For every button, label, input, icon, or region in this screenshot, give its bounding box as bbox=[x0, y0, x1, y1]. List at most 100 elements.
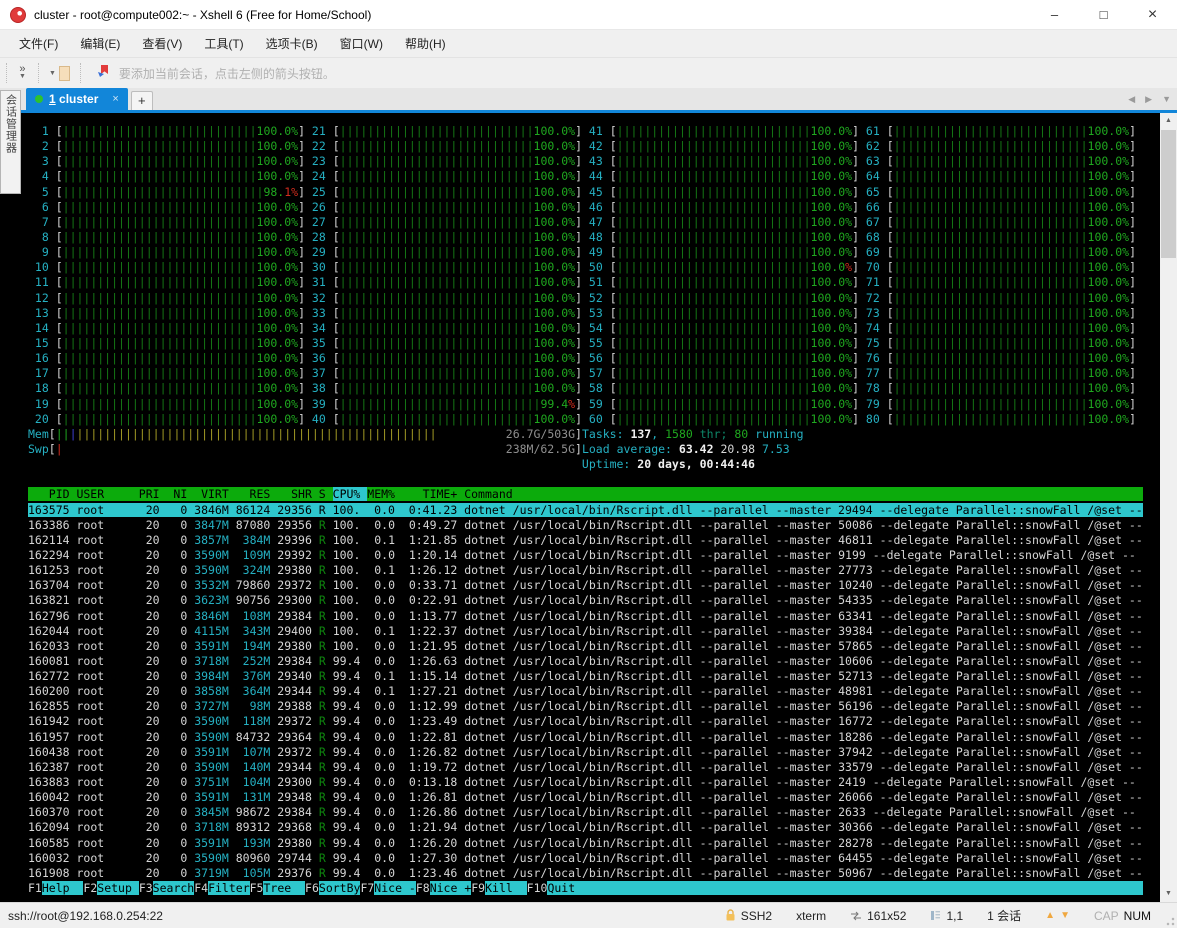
terminal-line: 2 [||||||||||||||||||||||||||||100.0%] 2… bbox=[28, 139, 1136, 154]
terminal-line: 160585 root 20 0 3591M 193M 29380 R 99.4… bbox=[28, 835, 1143, 850]
terminal-line: 10 [||||||||||||||||||||||||||||100.0%] … bbox=[28, 260, 1137, 275]
terminal-line: 160438 root 20 0 3591M 107M 29372 R 99.4… bbox=[28, 744, 1143, 759]
terminal-line: 163821 root 20 0 3623M 90756 29300 R 100… bbox=[28, 593, 1143, 608]
terminal-line: 160032 root 20 0 3590M 80960 29744 R 99.… bbox=[28, 850, 1143, 865]
terminal-line: Swp[| 238M/62.5G]Load average: 63.42 20.… bbox=[28, 441, 790, 456]
resize-icon bbox=[851, 911, 862, 920]
flag-icon bbox=[97, 64, 113, 83]
tab-index: 1 bbox=[49, 92, 56, 106]
close-tab-icon[interactable]: × bbox=[112, 93, 118, 105]
tool-bar: » ▼ ▼ 要添加当前会话，点击左侧的箭头按钮。 bbox=[0, 57, 1177, 88]
toolbar-hint-text: 要添加当前会话，点击左侧的箭头按钮。 bbox=[118, 66, 335, 81]
terminal-line: F1Help F2Setup F3SearchF4FilterF5Tree F6… bbox=[28, 881, 1160, 896]
terminal-line: 19 [||||||||||||||||||||||||||||100.0%] … bbox=[28, 396, 1137, 411]
terminal-line: 162044 root 20 0 4115M 343M 29400 R 100.… bbox=[28, 623, 1143, 638]
terminal-line: 15 [||||||||||||||||||||||||||||100.0%] … bbox=[28, 335, 1136, 350]
num-lock-indicator: NUM bbox=[1123, 908, 1151, 923]
terminal-line: 160200 root 20 0 3858M 364M 29344 R 99.4… bbox=[28, 684, 1143, 699]
scroll-down-icon[interactable]: ▼ bbox=[1160, 886, 1177, 902]
terminal-line: 13 [||||||||||||||||||||||||||||100.0%] … bbox=[28, 305, 1136, 320]
terminal-line: 162855 root 20 0 3727M 98M 29388 R 99.4 … bbox=[28, 699, 1143, 714]
terminal-line: PID USER PRI NI VIRT RES SHR S CPU% MEM%… bbox=[28, 487, 1143, 502]
terminal-line: 14 [||||||||||||||||||||||||||||100.0%] … bbox=[28, 320, 1136, 335]
terminal[interactable]: 1 [||||||||||||||||||||||||||||100.0%] 2… bbox=[0, 113, 1160, 902]
terminal-line: 160081 root 20 0 3718M 252M 29384 R 99.4… bbox=[28, 653, 1143, 668]
terminal-line: 163883 root 20 0 3751M 104M 29300 R 99.4… bbox=[28, 775, 1136, 790]
menu-window[interactable]: 窗口(W) bbox=[329, 31, 394, 56]
close-button[interactable]: × bbox=[1128, 0, 1177, 30]
terminal-line: Uptime: 20 days, 00:44:46 bbox=[581, 457, 755, 472]
terminal-line: 163704 root 20 0 3532M 79860 29372 R 100… bbox=[28, 578, 1143, 593]
new-tab-button[interactable]: + bbox=[130, 91, 153, 110]
terminal-type: xterm bbox=[796, 908, 827, 923]
toolbar-separator bbox=[37, 63, 39, 83]
minimize-button[interactable]: – bbox=[1030, 0, 1079, 30]
terminal-line: 162387 root 20 0 3590M 140M 29344 R 99.4… bbox=[28, 759, 1143, 774]
title-bar: cluster - root@compute002:~ - Xshell 6 (… bbox=[0, 0, 1177, 30]
scroll-up-icon[interactable]: ▲ bbox=[1160, 113, 1177, 129]
terminal-line: 18 [||||||||||||||||||||||||||||100.0%] … bbox=[28, 381, 1136, 396]
terminal-line: 20 [||||||||||||||||||||||||||||100.0%] … bbox=[28, 411, 1136, 426]
terminal-line: 161908 root 20 0 3719M 105M 29376 R 99.4… bbox=[28, 865, 1143, 880]
terminal-line: 8 [||||||||||||||||||||||||||||100.0%] 2… bbox=[28, 229, 1136, 244]
terminal-line: 163575 root 20 0 3846M 86124 29356 R 100… bbox=[28, 502, 1143, 517]
terminal-line: 1 [||||||||||||||||||||||||||||100.0%] 2… bbox=[28, 124, 1136, 138]
xshell-app-icon bbox=[10, 6, 26, 23]
terminal-line: 162114 root 20 0 3857M 384M 29396 R 100.… bbox=[28, 532, 1143, 547]
caps-lock-indicator: CAP bbox=[1093, 908, 1119, 923]
menu-edit[interactable]: 编辑(E) bbox=[69, 31, 131, 56]
menu-file[interactable]: 文件(F) bbox=[8, 31, 69, 56]
terminal-line: 12 [||||||||||||||||||||||||||||100.0%] … bbox=[28, 290, 1136, 305]
tab-cluster[interactable]: 1 cluster × bbox=[26, 88, 128, 110]
session-manager-side-tab[interactable]: 会话管理器 bbox=[0, 90, 21, 194]
terminal-scrollbar[interactable]: ▲ ▼ bbox=[1160, 113, 1177, 902]
terminal-line: 4 [||||||||||||||||||||||||||||100.0%] 2… bbox=[28, 169, 1136, 184]
toolbar-overflow-button[interactable]: » ▼ bbox=[13, 64, 32, 81]
terminal-line: Mem[||||||||||||||||||||||||||||||||||||… bbox=[28, 426, 804, 441]
tab-scroll-right-icon[interactable]: ▶ bbox=[1145, 94, 1152, 105]
scrollbar-thumb[interactable] bbox=[1161, 130, 1176, 258]
terminal-line: 160370 root 20 0 3845M 98672 29384 R 99.… bbox=[28, 805, 1136, 820]
maximize-button[interactable]: □ bbox=[1079, 0, 1128, 30]
terminal-line: 162294 root 20 0 3590M 109M 29392 R 100.… bbox=[28, 547, 1136, 562]
window-title: cluster - root@compute002:~ - Xshell 6 (… bbox=[34, 7, 372, 22]
terminal-line: 162033 root 20 0 3591M 194M 29380 R 100.… bbox=[28, 638, 1143, 653]
terminal-line: 11 [||||||||||||||||||||||||||||100.0%] … bbox=[28, 275, 1136, 290]
toolbar-separator bbox=[79, 63, 81, 83]
terminal-line: 5 [|||||||||||||||||||||||||||||98.1%] 2… bbox=[28, 184, 1137, 199]
terminal-line: 160042 root 20 0 3591M 131M 29348 R 99.4… bbox=[28, 790, 1143, 805]
tab-list-dropdown-icon[interactable]: ▼ bbox=[1162, 94, 1171, 105]
terminal-line: 162094 root 20 0 3718M 89312 29368 R 99.… bbox=[28, 820, 1143, 835]
menu-view[interactable]: 查看(V) bbox=[131, 31, 193, 56]
scroll-to-bottom-icon[interactable]: ▼ bbox=[1060, 910, 1070, 921]
new-session-dropdown[interactable]: ▼ bbox=[45, 65, 74, 81]
terminal-line: 17 [||||||||||||||||||||||||||||100.0%] … bbox=[28, 366, 1136, 381]
scroll-to-top-icon[interactable]: ▲ bbox=[1045, 910, 1055, 921]
terminal-line: 161942 root 20 0 3590M 118M 29372 R 99.4… bbox=[28, 714, 1143, 729]
tab-label: cluster bbox=[59, 92, 99, 106]
terminal-line: 161957 root 20 0 3590M 84732 29364 R 99.… bbox=[28, 729, 1143, 744]
menu-tabs[interactable]: 选项卡(B) bbox=[255, 31, 329, 56]
terminal-line: 162772 root 20 0 3984M 376M 29340 R 99.4… bbox=[28, 669, 1143, 684]
terminal-line: 16 [||||||||||||||||||||||||||||100.0%] … bbox=[28, 351, 1136, 366]
menu-bar: 文件(F) 编辑(E) 查看(V) 工具(T) 选项卡(B) 窗口(W) 帮助(… bbox=[0, 30, 1177, 57]
terminal-line: 162796 root 20 0 3846M 108M 29384 R 100.… bbox=[28, 608, 1143, 623]
resize-grip[interactable] bbox=[1165, 916, 1175, 926]
lock-icon bbox=[726, 909, 735, 921]
menu-tools[interactable]: 工具(T) bbox=[193, 31, 254, 56]
tab-scroll-left-icon[interactable]: ◀ bbox=[1128, 94, 1135, 105]
toolbar-separator bbox=[6, 63, 7, 83]
menu-help[interactable]: 帮助(H) bbox=[394, 31, 457, 56]
connection-url: ssh://root@192.168.0.254:22 bbox=[8, 908, 163, 923]
session-manager-label: 会话管理器 bbox=[4, 94, 17, 154]
terminal-line: 7 [||||||||||||||||||||||||||||100.0%] 2… bbox=[28, 214, 1136, 229]
session-connected-dot bbox=[35, 95, 43, 103]
terminal-line: 161253 root 20 0 3590M 324M 29380 R 100.… bbox=[28, 563, 1143, 578]
session-file-icon bbox=[58, 65, 70, 81]
session-count: 1 会话 bbox=[987, 909, 1022, 923]
terminal-line: 163386 root 20 0 3847M 87080 29356 R 100… bbox=[28, 517, 1143, 532]
terminal-line: 9 [||||||||||||||||||||||||||||100.0%] 2… bbox=[28, 245, 1136, 260]
protocol-indicator: SSH2 bbox=[725, 909, 772, 923]
terminal-line: 3 [||||||||||||||||||||||||||||100.0%] 2… bbox=[28, 154, 1136, 169]
